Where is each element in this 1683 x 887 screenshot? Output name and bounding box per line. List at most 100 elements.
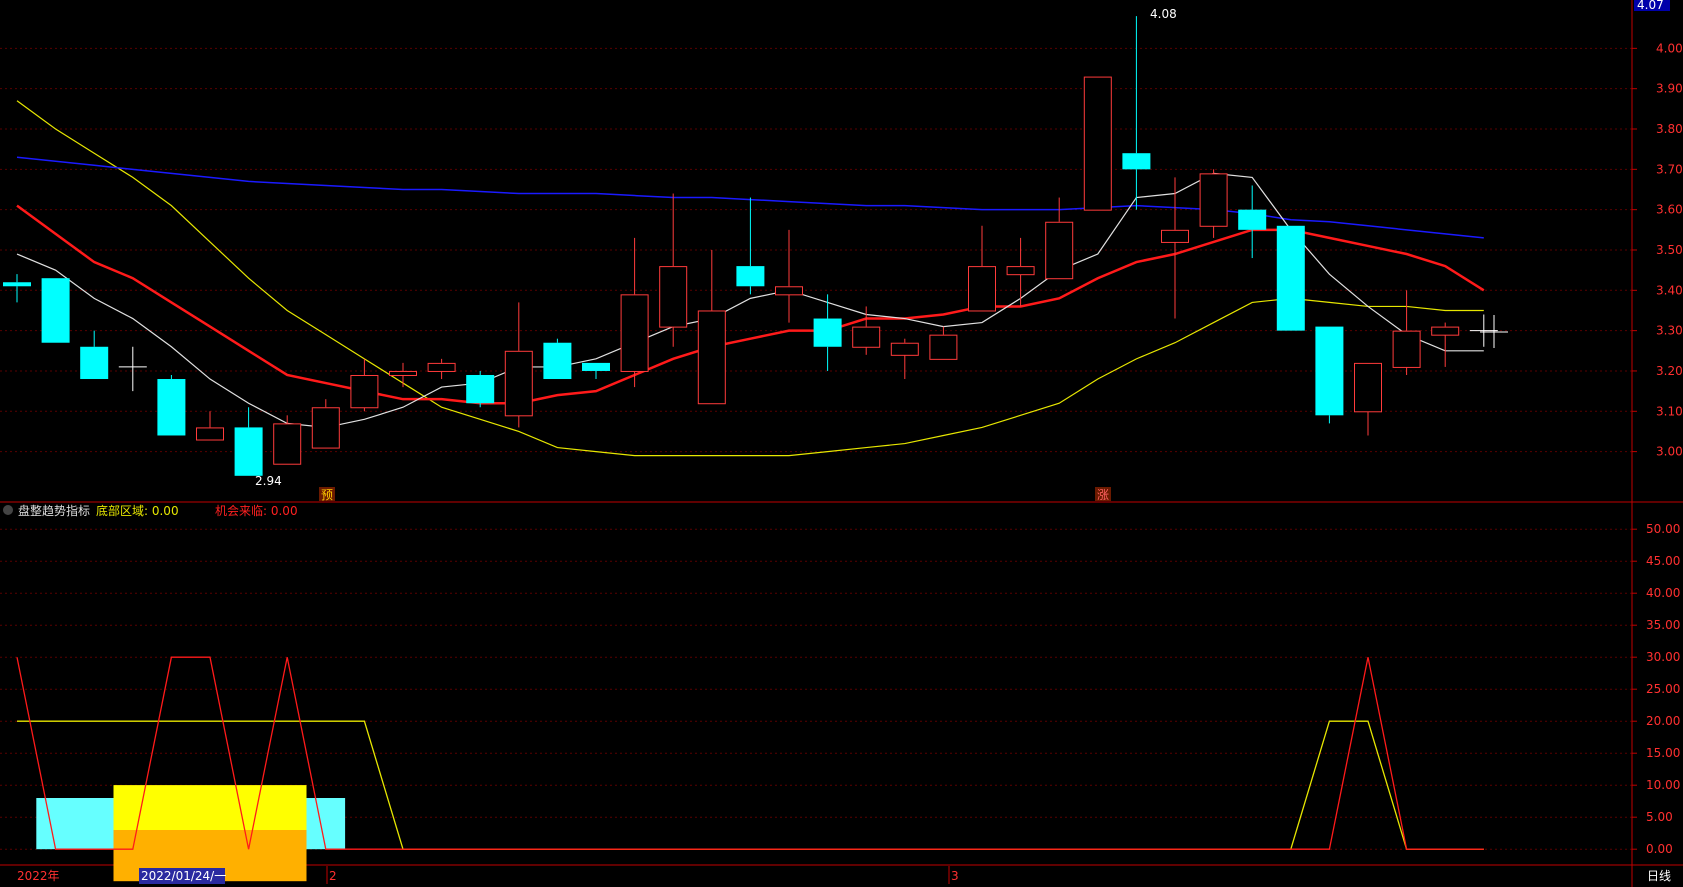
candle-body: [273, 423, 302, 465]
price-tick-label: 3.40: [1656, 283, 1683, 297]
price-axis: 4.00 3.90 3.80 3.70 3.60 3.50 3.40 3.30 3.20 3.10…: [1632, 41, 1683, 856]
candle-body: [813, 318, 842, 347]
price-tick-label: 3.90: [1656, 82, 1683, 96]
indicator-tick-label: 10.00: [1646, 778, 1680, 792]
candle: [427, 358, 456, 380]
candle: [929, 326, 958, 360]
candle: [118, 346, 147, 392]
axis-top-price: 4.07: [1637, 0, 1664, 12]
candle-body: [1392, 330, 1421, 368]
candle: [389, 362, 417, 388]
candle-body: [620, 294, 649, 372]
candlesticks: [3, 16, 1498, 476]
candle-body: [1276, 225, 1305, 331]
candle: [852, 306, 881, 355]
indicator-tick-label: 30.00: [1646, 650, 1680, 664]
candle-body: [157, 379, 186, 436]
candle: [234, 407, 263, 476]
candle-body: [389, 370, 417, 376]
candle-body: [852, 326, 881, 348]
candle: [196, 411, 224, 441]
candle-body: [736, 266, 765, 287]
candle-body: [504, 350, 533, 417]
low-marker: 2.94: [255, 474, 282, 488]
collapse-icon[interactable]: [3, 505, 13, 515]
candle-body: [968, 266, 996, 312]
candle: [41, 278, 70, 343]
price-tick-label: 3.80: [1656, 122, 1683, 136]
candle: [311, 399, 340, 449]
candle: [697, 249, 726, 405]
indicator-name: 盘整趋势指标: [18, 503, 90, 518]
candle: [157, 374, 186, 436]
badge-zhang: 涨: [1097, 487, 1109, 502]
indicator-tick-label: 50.00: [1646, 522, 1680, 536]
candle: [1431, 322, 1460, 367]
candle: [1161, 177, 1189, 319]
candle-body: [3, 282, 31, 287]
candle: [350, 358, 379, 412]
candle-body: [929, 334, 958, 360]
candle-body: [1199, 173, 1228, 227]
candle: [466, 370, 495, 408]
candle: [273, 415, 302, 465]
period-button[interactable]: 日线: [1647, 869, 1671, 883]
candle: [543, 338, 572, 380]
candle: [890, 338, 919, 380]
indicator-tick-label: 15.00: [1646, 746, 1680, 760]
candle: [80, 330, 109, 380]
indicator-tick-label: 35.00: [1646, 618, 1680, 632]
month-3-label: 3: [951, 869, 959, 883]
candle: [620, 237, 649, 388]
price-tick-label: 3.70: [1656, 162, 1683, 176]
badge-yu: 预: [321, 488, 333, 502]
candle-body: [350, 374, 379, 409]
indicator-tick-label: 25.00: [1646, 682, 1680, 696]
candle: [659, 193, 688, 347]
price-tick-label: 3.10: [1656, 404, 1683, 418]
indicator-tick-label: 20.00: [1646, 714, 1680, 728]
candle-body: [80, 346, 109, 380]
candle-body: [582, 362, 610, 371]
candle-body: [1431, 326, 1460, 336]
candle-body: [1122, 153, 1151, 170]
date-box-label: 2022/01/24/一: [141, 869, 226, 883]
month-2-label: 2: [329, 869, 337, 883]
price-tick-label: 3.30: [1656, 324, 1683, 338]
candle-body: [1006, 266, 1035, 276]
candle: [1083, 76, 1112, 211]
bottom-zone-value: 底部区域: 0.00: [96, 503, 179, 518]
candle: [736, 197, 765, 295]
candle: [3, 274, 31, 303]
candle: [1122, 16, 1151, 210]
stock-chart[interactable]: 4.00 3.90 3.80 3.70 3.60 3.50 3.40 3.30 3.20 3.10…: [0, 0, 1683, 887]
candle: [1006, 237, 1035, 307]
opportunity-value: 机会来临: 0.00: [215, 504, 298, 518]
candle-body: [1238, 209, 1267, 230]
candle-body: [41, 278, 70, 343]
candle: [1315, 326, 1344, 424]
candle-body: [466, 374, 495, 404]
indicator-panel: [16, 656, 1484, 882]
candle-body: [1354, 362, 1382, 413]
year-label: 2022年: [17, 869, 60, 883]
price-tick-label: 3.00: [1656, 445, 1683, 459]
indicator-tick-label: 5.00: [1646, 810, 1673, 824]
candle: [968, 225, 996, 312]
indicator-tick-label: 45.00: [1646, 554, 1680, 568]
candle-body: [1161, 229, 1189, 243]
candle-body: [234, 427, 263, 476]
candle: [1238, 185, 1267, 259]
high-marker: 4.08: [1150, 7, 1177, 21]
candle: [1392, 290, 1421, 375]
candle-body: [659, 266, 688, 328]
candle-body: [427, 362, 456, 372]
candle-body: [697, 310, 726, 405]
candle-body: [311, 407, 340, 449]
candle-body: [543, 342, 572, 380]
candle: [504, 302, 533, 428]
candle: [1276, 225, 1305, 331]
price-tick-label: 3.60: [1656, 203, 1683, 217]
price-tick-label: 4.00: [1656, 41, 1683, 55]
price-tick-label: 3.20: [1656, 364, 1683, 378]
